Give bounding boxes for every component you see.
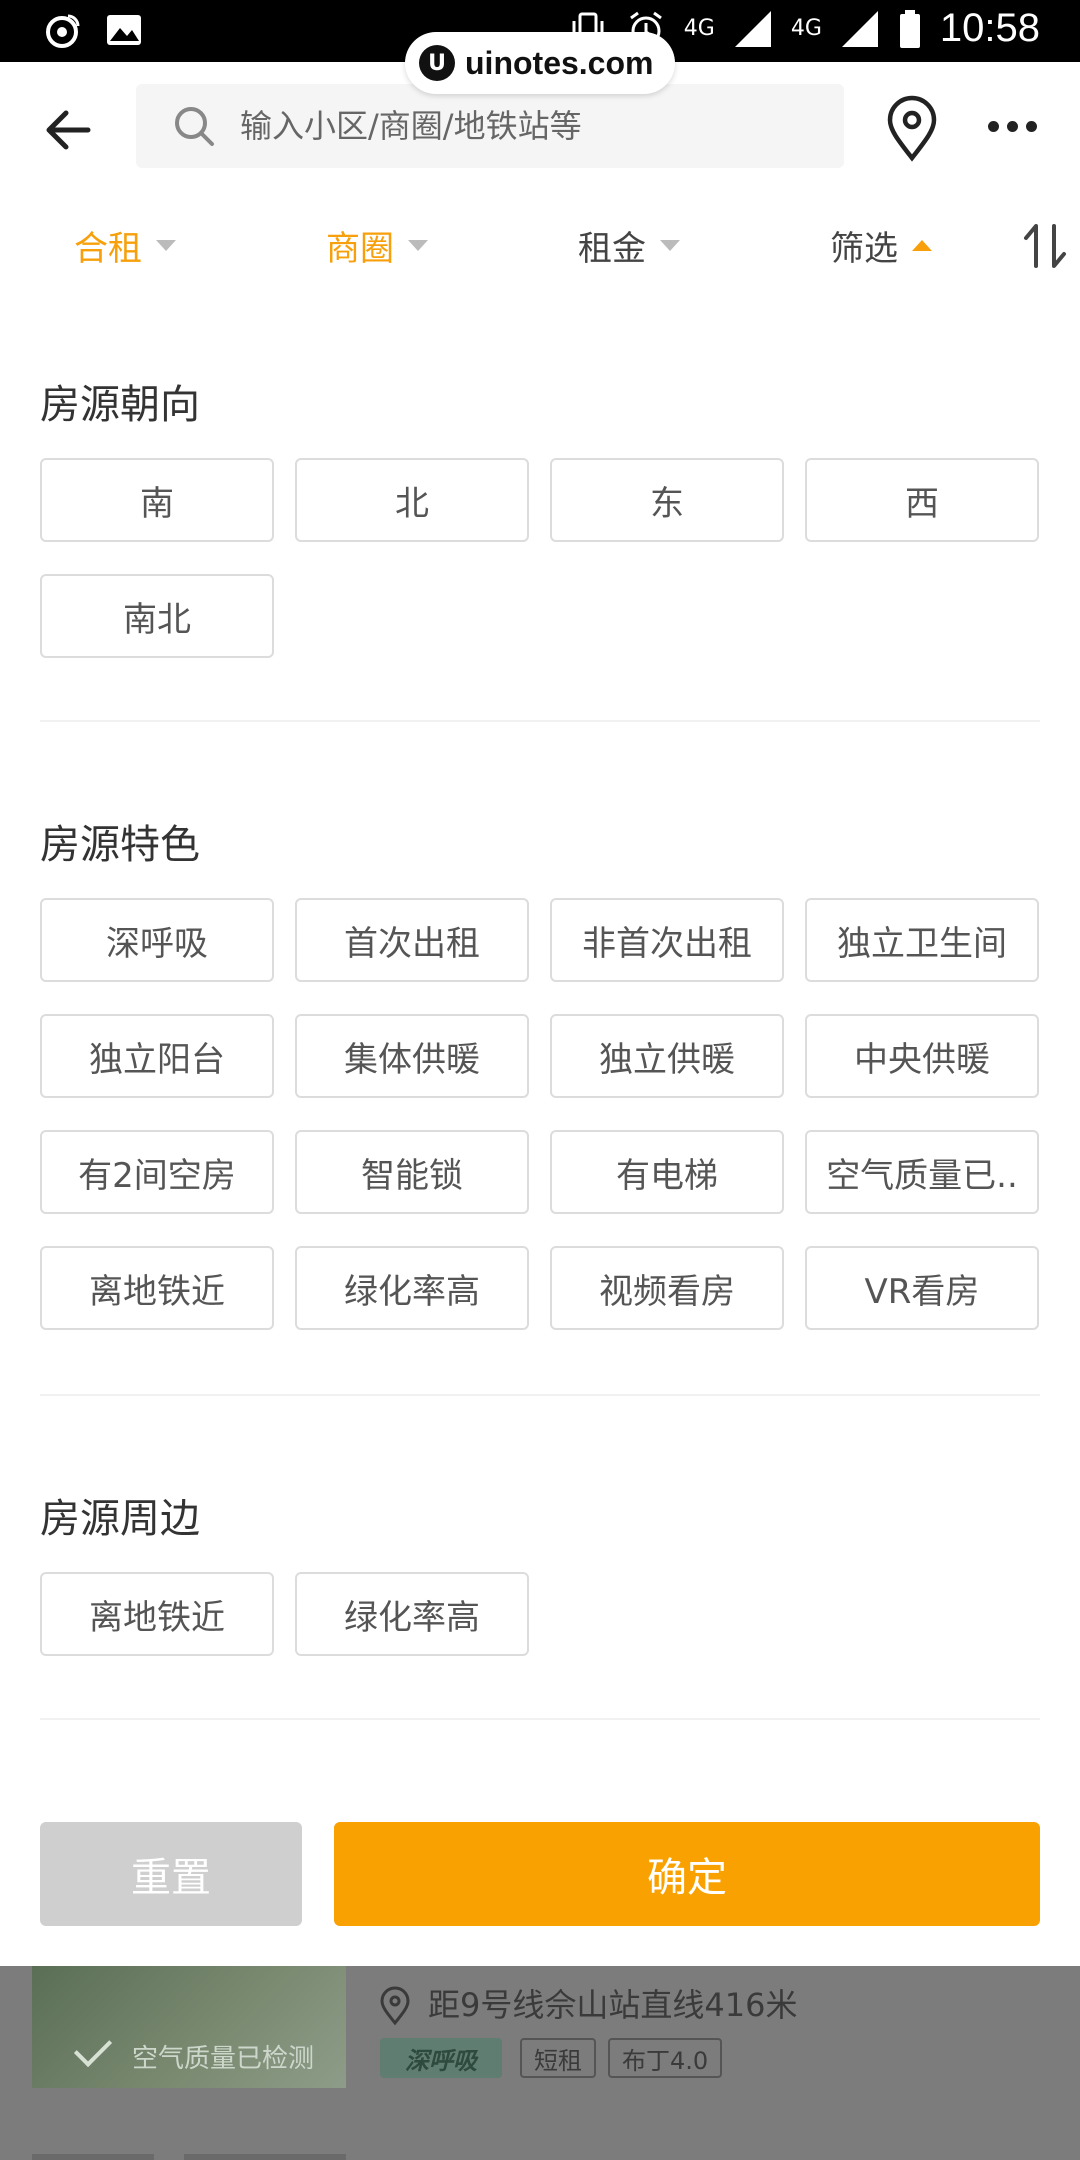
tab-label: 商圈	[326, 228, 394, 269]
listing-backdrop: 空气质量已检测 距9号线佘山站直线416米 深呼吸 短租 布丁4.0	[0, 1966, 1080, 2160]
dropdown-arrow-icon	[156, 239, 176, 251]
section-title-surroundings: 房源周边	[40, 1496, 200, 1542]
chip-feature[interactable]: 集体供暖	[295, 1014, 529, 1098]
watermark-badge: U uinotes.com	[405, 32, 675, 94]
watermark-logo-icon: U	[419, 45, 455, 81]
filter-tabs: 合租 商圈 租金 筛选	[0, 200, 1080, 290]
listing-tag: 布丁4.0	[608, 2038, 723, 2078]
sort-icon[interactable]	[1022, 222, 1068, 270]
tab-label: 合租	[74, 228, 142, 269]
thumbnail-label: 空气质量已检测	[132, 2044, 315, 2074]
check-icon	[73, 2028, 113, 2068]
weibo-icon	[46, 14, 80, 48]
location-pin-icon[interactable]	[882, 94, 942, 164]
chip-feature[interactable]: 绿化率高	[295, 1246, 529, 1330]
dot-icon	[1025, 120, 1037, 132]
listing-next-card	[32, 2154, 154, 2160]
gallery-icon	[107, 15, 141, 45]
listing-tag: 深呼吸	[380, 2038, 502, 2078]
location-pin-icon	[380, 1986, 410, 2026]
chip-orientation-east[interactable]: 东	[550, 458, 784, 542]
watermark-text: uinotes.com	[465, 44, 654, 81]
section-divider	[40, 1718, 1040, 1720]
chip-surrounding[interactable]: 离地铁近	[40, 1572, 274, 1656]
tab-filter[interactable]: 筛选	[830, 200, 932, 290]
tab-business-area[interactable]: 商圈	[326, 200, 428, 290]
back-arrow-icon[interactable]	[40, 100, 100, 160]
section-title-features: 房源特色	[40, 822, 200, 868]
chip-feature[interactable]: 独立卫生间	[805, 898, 1039, 982]
reset-button[interactable]: 重置	[40, 1822, 302, 1926]
search-icon	[175, 107, 214, 146]
section-divider	[40, 720, 1040, 722]
section-title-orientation: 房源朝向	[40, 382, 200, 428]
chip-feature[interactable]: 空气质量已..	[805, 1130, 1039, 1214]
clock: 10:58	[939, 6, 1040, 50]
chip-feature[interactable]: 独立供暖	[550, 1014, 784, 1098]
section-divider	[40, 1394, 1040, 1396]
chip-orientation-west[interactable]: 西	[805, 458, 1039, 542]
listing-thumbnail: 空气质量已检测	[32, 1966, 346, 2088]
chip-feature[interactable]: 智能锁	[295, 1130, 529, 1214]
chip-feature[interactable]: 首次出租	[295, 898, 529, 982]
network-type-2: 4G	[790, 15, 822, 41]
chip-feature[interactable]: 离地铁近	[40, 1246, 274, 1330]
tab-rent-price[interactable]: 租金	[578, 200, 680, 290]
chip-feature[interactable]: 中央供暖	[805, 1014, 1039, 1098]
chip-feature[interactable]: 有2间空房	[40, 1130, 274, 1214]
dot-icon	[1006, 120, 1018, 132]
chip-feature[interactable]: 非首次出租	[550, 898, 784, 982]
chip-orientation-south-north[interactable]: 南北	[40, 574, 274, 658]
chip-feature[interactable]: 独立阳台	[40, 1014, 274, 1098]
network-type-1: 4G	[683, 15, 715, 41]
dropdown-arrow-icon	[660, 239, 680, 251]
chip-orientation-north[interactable]: 北	[295, 458, 529, 542]
chip-feature[interactable]: 深呼吸	[40, 898, 274, 982]
more-options-button[interactable]	[980, 106, 1044, 146]
signal-icon	[734, 10, 771, 47]
listing-tag: 短租	[520, 2038, 596, 2078]
listing-next-card	[184, 2154, 346, 2160]
chip-feature[interactable]: 视频看房	[550, 1246, 784, 1330]
chip-feature[interactable]: VR看房	[805, 1246, 1039, 1330]
chip-feature[interactable]: 有电梯	[550, 1130, 784, 1214]
search-input[interactable]	[240, 84, 820, 168]
battery-icon	[899, 9, 920, 48]
search-bar[interactable]	[136, 84, 844, 168]
signal-icon-2	[841, 10, 878, 47]
dot-icon	[987, 120, 999, 132]
dropdown-arrow-icon	[408, 239, 428, 251]
tab-label: 筛选	[830, 228, 898, 269]
tab-label: 租金	[578, 228, 646, 269]
chip-surrounding[interactable]: 绿化率高	[295, 1572, 529, 1656]
chip-orientation-south[interactable]: 南	[40, 458, 274, 542]
listing-distance: 距9号线佘山站直线416米	[428, 1986, 798, 2024]
confirm-button[interactable]: 确定	[334, 1822, 1040, 1926]
tab-shared-rent[interactable]: 合租	[74, 200, 176, 290]
dropdown-arrow-up-icon	[912, 239, 932, 251]
